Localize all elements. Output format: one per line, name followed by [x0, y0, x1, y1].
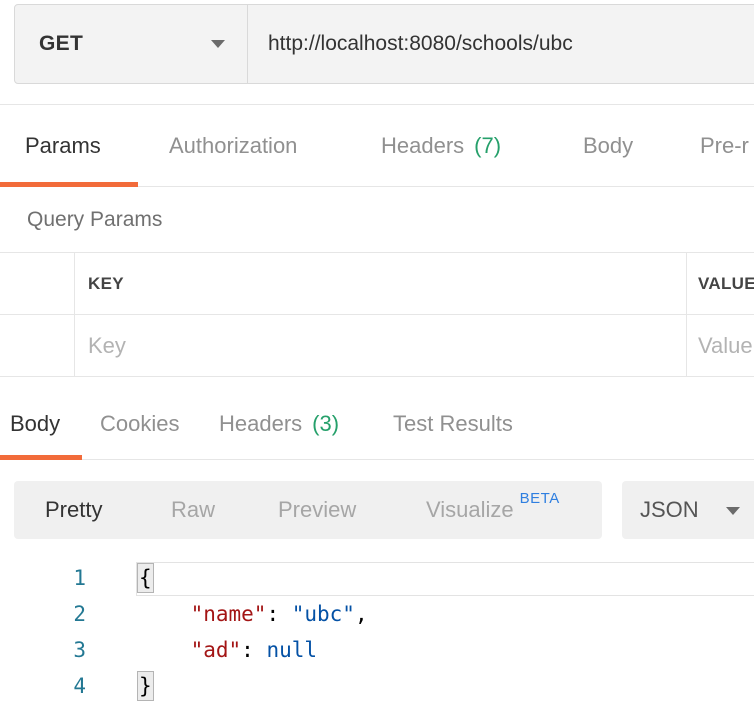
row-gutter [0, 315, 75, 377]
params-table-header: KEY VALUE [0, 253, 754, 315]
code-line: 3 "ad": null [0, 632, 754, 668]
line-number: 2 [73, 602, 86, 626]
json-string-value: "ubc" [291, 602, 355, 626]
value-header-label: VALUE [698, 274, 754, 293]
view-mode-group: Pretty Raw Preview Visualize BETA [14, 481, 602, 539]
tab-label: Body [583, 133, 634, 158]
open-brace: { [137, 563, 154, 593]
beta-badge: BETA [519, 489, 560, 507]
value-input[interactable]: Value [687, 315, 754, 377]
url-input[interactable]: http://localhost:8080/schools/ubc [248, 5, 754, 83]
headers-count-badge: (7) [474, 133, 502, 158]
chevron-down-icon [211, 40, 225, 48]
method-label: GET [39, 32, 84, 55]
chevron-down-icon [726, 507, 740, 515]
tab-body[interactable]: Body [583, 105, 633, 187]
code-line: 1 { [0, 560, 754, 596]
request-tabs: Params Authorization Headers (7) Body Pr… [0, 104, 754, 187]
json-null-value: null [266, 638, 318, 662]
params-table: KEY VALUE Key Value [0, 253, 754, 377]
colon: : [266, 602, 292, 626]
tab-cookies[interactable]: Cookies [100, 388, 179, 459]
row-gutter [0, 253, 75, 315]
tab-label: Headers [381, 133, 465, 158]
key-column-header: KEY [75, 253, 687, 315]
tab-response-body[interactable]: Body [10, 388, 60, 459]
tab-headers[interactable]: Headers (7) [381, 105, 501, 187]
tab-label: Params [25, 133, 101, 158]
request-bar: GET http://localhost:8080/schools/ubc [14, 4, 754, 84]
request-area: GET http://localhost:8080/schools/ubc [0, 0, 754, 104]
tab-authorization[interactable]: Authorization [169, 105, 297, 187]
comma: , [354, 602, 368, 626]
line-number: 1 [73, 566, 86, 590]
code-line: 4 } [0, 668, 754, 704]
visualize-label: Visualize [426, 497, 514, 522]
key-input[interactable]: Key [75, 315, 687, 377]
tab-label: Authorization [169, 133, 298, 158]
code-text: "ad": null [140, 638, 317, 662]
close-brace: } [137, 671, 154, 701]
format-select[interactable]: JSON [622, 481, 754, 539]
view-pretty-button[interactable]: Pretty [45, 481, 102, 539]
view-preview-button[interactable]: Preview [278, 481, 356, 539]
active-tab-indicator [0, 455, 82, 460]
format-label: JSON [640, 497, 699, 522]
tab-label: Pre-r [700, 133, 749, 158]
method-select[interactable]: GET [15, 5, 248, 83]
tab-test-results[interactable]: Test Results [393, 388, 513, 459]
response-code-editor[interactable]: 1 { 2 "name": "ubc", 3 "ad": null 4 } [0, 558, 754, 724]
view-visualize-button[interactable]: Visualize BETA [426, 481, 560, 539]
json-key: "name" [190, 602, 267, 626]
tab-pre-request-script[interactable]: Pre-r [700, 105, 749, 187]
key-header-label: KEY [88, 274, 124, 293]
tab-label: Body [10, 410, 61, 436]
response-tabs: Body Cookies Headers (3) Test Results [0, 388, 754, 460]
view-raw-button[interactable]: Raw [171, 481, 215, 539]
response-headers-count-badge: (3) [312, 410, 340, 436]
tab-label: Test Results [393, 410, 513, 436]
value-column-header: VALUE [687, 253, 754, 315]
code-text: { [137, 563, 154, 593]
key-placeholder: Key [88, 333, 126, 358]
tab-response-headers[interactable]: Headers (3) [219, 388, 339, 459]
tab-label: Headers [219, 410, 303, 436]
line-number: 3 [73, 638, 86, 662]
code-text: } [137, 671, 154, 701]
json-key: "ad" [190, 638, 242, 662]
colon: : [241, 638, 267, 662]
tab-label: Cookies [100, 410, 180, 436]
tab-params[interactable]: Params [25, 105, 101, 187]
query-params-title: Query Params [0, 187, 754, 253]
line-number: 4 [73, 674, 86, 698]
code-text: "name": "ubc", [140, 602, 368, 626]
code-line: 2 "name": "ubc", [0, 596, 754, 632]
params-table-row: Key Value [0, 315, 754, 377]
value-placeholder: Value [698, 333, 753, 358]
